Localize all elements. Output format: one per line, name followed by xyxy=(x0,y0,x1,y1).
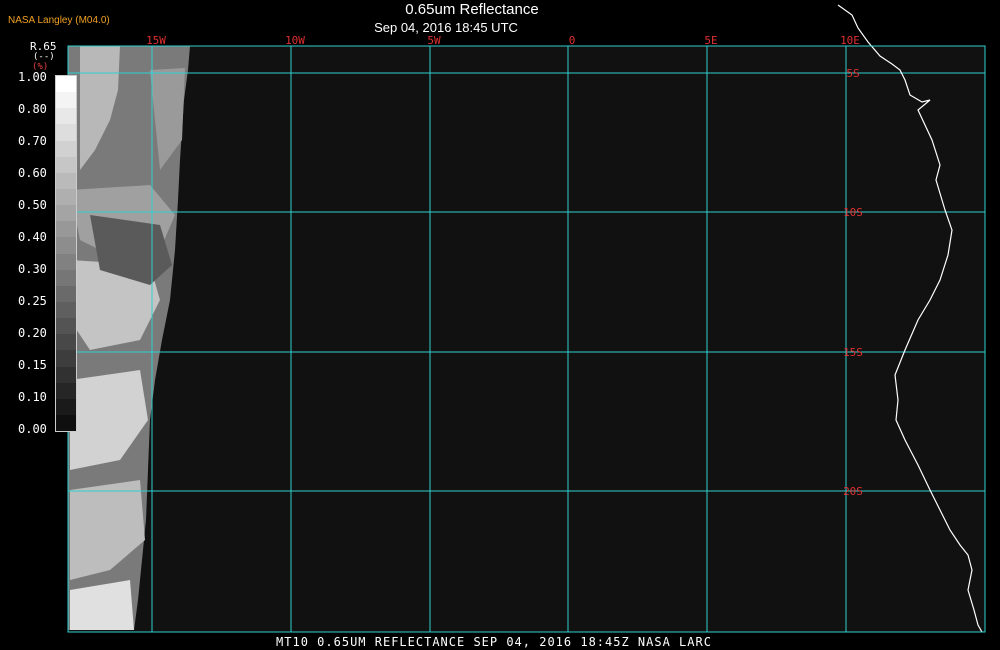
colorbar-swatch xyxy=(56,205,76,222)
footer-caption: MT10 0.65UM REFLECTANCE SEP 04, 2016 18:… xyxy=(276,635,712,649)
colorbar-swatch xyxy=(56,253,76,270)
colorbar-swatch xyxy=(56,414,76,432)
legend-tick-label: 1.00 xyxy=(18,70,47,84)
longitude-label: 15W xyxy=(146,34,166,47)
latitude-label: 20S xyxy=(843,485,863,498)
legend-tick-label: 0.15 xyxy=(18,358,47,372)
colorbar-swatch xyxy=(56,269,76,286)
colorbar-swatch xyxy=(56,221,76,238)
legend-tick-label: 0.10 xyxy=(18,390,47,404)
latitude-label: 5S xyxy=(846,67,859,80)
colorbar-swatch xyxy=(56,382,76,399)
legend-tick-label: 0.70 xyxy=(18,134,47,148)
colorbar-swatch xyxy=(56,285,76,302)
legend-tick-label: 0.20 xyxy=(18,326,47,340)
legend-tick-label: 0.25 xyxy=(18,294,47,308)
colorbar-swatch xyxy=(56,318,76,335)
colorbar-swatch xyxy=(56,140,76,157)
colorbar-swatch xyxy=(56,156,76,173)
colorbar-swatch xyxy=(56,92,76,109)
legend-tick-label: 0.30 xyxy=(18,262,47,276)
legend-unit: (--) xyxy=(33,52,55,62)
colorbar-swatch xyxy=(56,124,76,141)
longitude-labels: 15W 10W 5W 0 5E 10E xyxy=(146,34,860,47)
colorbar-swatch xyxy=(56,301,76,319)
colorbar-swatch xyxy=(56,350,76,367)
longitude-label: 10W xyxy=(285,34,305,47)
legend-tick-label: 0.40 xyxy=(18,230,47,244)
legend-tick-label: 0.00 xyxy=(18,422,47,436)
colorbar-swatch xyxy=(56,334,76,351)
legend-title: R.65 xyxy=(30,40,57,53)
colorbar-swatch xyxy=(56,172,76,189)
colorbar-legend: R.65 (--) (%) 1.00 0.80 0.70 0.60 0.50 0.40 0.… xyxy=(0,40,80,440)
colorbar-swatch xyxy=(56,188,76,206)
legend-tick-label: 0.60 xyxy=(18,166,47,180)
latitude-label: 15S xyxy=(843,346,863,359)
longitude-label: 0 xyxy=(569,34,576,47)
longitude-label: 5E xyxy=(704,34,717,47)
colorbar-swatch xyxy=(56,398,76,415)
satellite-map: 15W 10W 5W 0 5E 10E 5S 10S 15S 20S xyxy=(67,4,986,633)
legend-tick-label: 0.50 xyxy=(18,198,47,212)
colorbar-swatch xyxy=(56,108,76,125)
colorbar-swatch xyxy=(56,76,76,93)
colorbar-swatch xyxy=(56,366,76,383)
legend-tick-label: 0.80 xyxy=(18,102,47,116)
longitude-label: 10E xyxy=(840,34,860,47)
longitude-label: 5W xyxy=(427,34,441,47)
colorbar xyxy=(55,75,77,432)
map-background xyxy=(68,46,985,632)
colorbar-swatch xyxy=(56,237,76,254)
latitude-label: 10S xyxy=(843,206,863,219)
